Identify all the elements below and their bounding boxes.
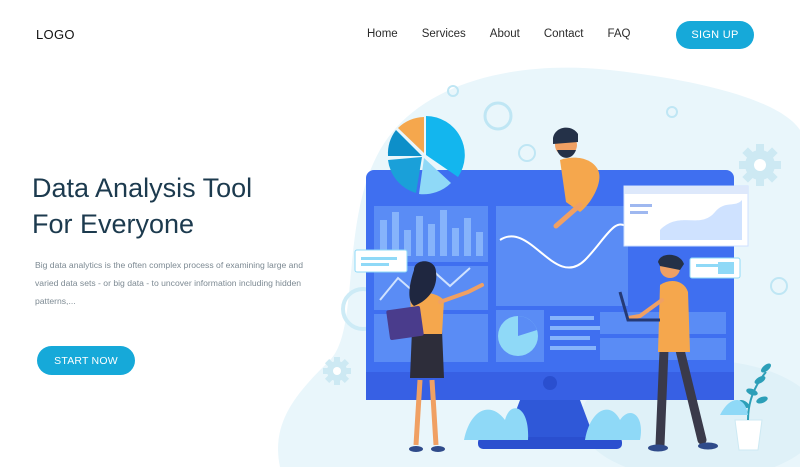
gear-icon [739, 144, 781, 186]
hero-illustration [278, 67, 800, 467]
gear-small-icon [323, 357, 351, 385]
floating-chart-card [623, 185, 749, 247]
